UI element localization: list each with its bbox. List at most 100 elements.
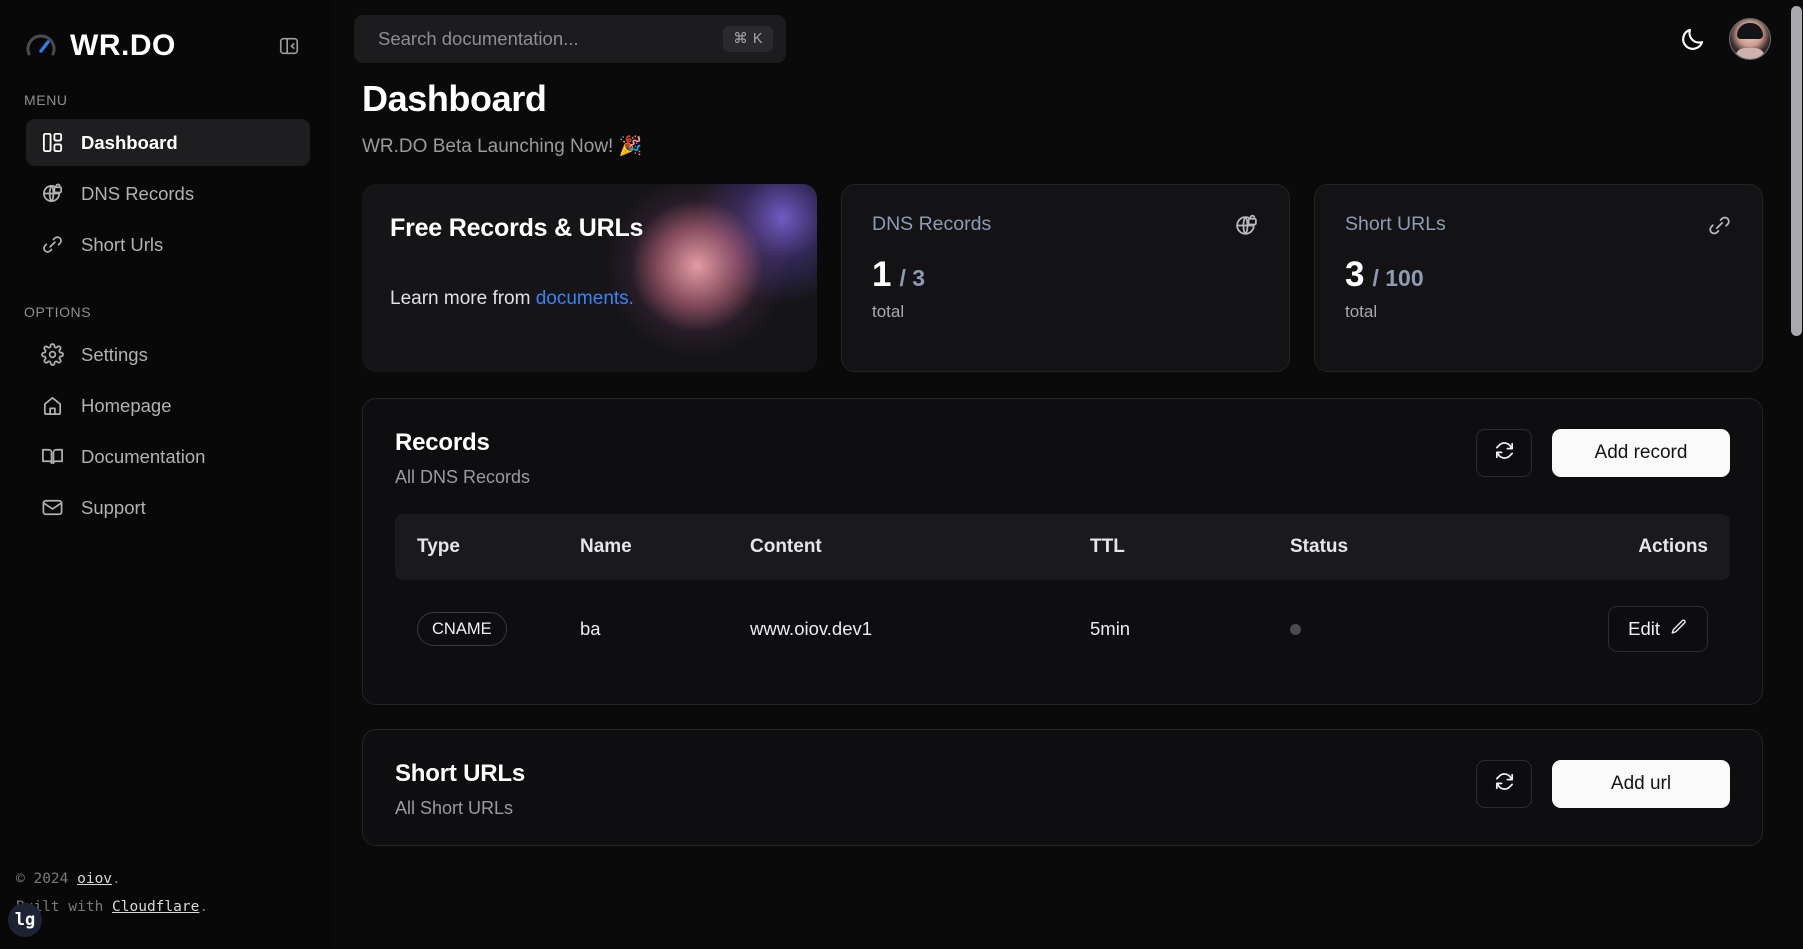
scrollbar[interactable] <box>1790 0 1803 949</box>
stat-value-row: 3 / 100 <box>1345 257 1732 292</box>
edit-button-label: Edit <box>1628 618 1660 640</box>
globe-lock-icon <box>1234 213 1259 243</box>
stat-caption: total <box>1345 302 1732 322</box>
cell-type: CNAME <box>395 580 580 678</box>
mail-icon <box>40 495 65 520</box>
sidebar-menu-group: Dashboard DNS Records <box>0 119 330 272</box>
hero-title: Free Records & URLs <box>390 214 789 243</box>
cell-status <box>1290 580 1455 678</box>
short-urls-title: Short URLs <box>395 760 1476 788</box>
sidebar-item-dashboard[interactable]: Dashboard <box>26 119 310 166</box>
breakpoint-badge: lg <box>8 903 42 937</box>
sidebar-item-support[interactable]: Support <box>26 484 310 531</box>
summary-cards-row: Free Records & URLs Learn more from docu… <box>362 184 1763 372</box>
edit-record-button[interactable]: Edit <box>1608 606 1708 652</box>
sidebar-section-options: OPTIONS <box>0 304 330 320</box>
stat-label: Short URLs <box>1345 213 1446 236</box>
refresh-icon <box>1493 439 1516 467</box>
stat-card-dns-records: DNS Records 1 / 3 <box>841 184 1290 372</box>
link-icon <box>40 232 65 257</box>
sidebar-section-menu: MENU <box>0 92 330 108</box>
short-urls-panel-header: Short URLs All Short URLs <box>395 760 1730 819</box>
records-title: Records <box>395 429 1476 457</box>
short-urls-panel: Short URLs All Short URLs <box>362 729 1763 846</box>
stat-card-header: DNS Records <box>872 213 1259 243</box>
stat-value-row: 1 / 3 <box>872 257 1259 292</box>
column-header-type: Type <box>395 514 580 580</box>
search-input[interactable]: Search documentation... ⌘ K <box>354 15 786 63</box>
column-header-name: Name <box>580 514 750 580</box>
record-type-badge: CNAME <box>417 612 507 646</box>
footer-built-suffix: . <box>199 899 208 915</box>
table-header-row: Type Name Content TTL Status Actions <box>395 514 1730 580</box>
globe-lock-icon <box>40 181 65 206</box>
sidebar-item-short-urls[interactable]: Short Urls <box>26 221 310 268</box>
stat-caption: total <box>872 302 1259 322</box>
hero-subtitle: Learn more from documents. <box>390 288 634 310</box>
link-icon <box>1707 213 1732 243</box>
sidebar-item-settings[interactable]: Settings <box>26 331 310 378</box>
records-table-body: CNAME ba www.oiov.dev1 5min Edit <box>395 580 1730 678</box>
sidebar-item-label: Settings <box>81 344 148 366</box>
refresh-urls-button[interactable] <box>1476 760 1532 808</box>
footer-author-link[interactable]: oiov <box>77 871 112 887</box>
add-record-button[interactable]: Add record <box>1552 429 1730 477</box>
page-subtitle: WR.DO Beta Launching Now! 🎉 <box>362 134 1763 158</box>
cell-actions: Edit <box>1455 580 1730 678</box>
gauge-icon <box>24 29 58 63</box>
add-url-button[interactable]: Add url <box>1552 760 1730 808</box>
page-title: Dashboard <box>362 78 1763 120</box>
documents-link[interactable]: documents. <box>536 288 634 309</box>
column-header-content: Content <box>750 514 1090 580</box>
panel-collapse-icon[interactable] <box>274 31 304 61</box>
sidebar-item-label: Homepage <box>81 395 172 417</box>
footer-copyright-suffix: . <box>112 871 121 887</box>
gear-icon <box>40 342 65 367</box>
moon-icon[interactable] <box>1673 20 1711 58</box>
sidebar-item-dns-records[interactable]: DNS Records <box>26 170 310 217</box>
refresh-records-button[interactable] <box>1476 429 1532 477</box>
hero-text-prefix: Learn more from <box>390 288 536 309</box>
cell-ttl: 5min <box>1090 580 1290 678</box>
footer-copyright-prefix: © 2024 <box>16 871 77 887</box>
brand-row: WR.DO <box>0 0 330 92</box>
records-panel-actions: Add record <box>1476 429 1730 477</box>
footer-cloudflare-link[interactable]: Cloudflare <box>112 899 199 915</box>
footer-built-line: Built with Cloudflare. <box>16 893 330 921</box>
stat-value: 3 <box>1345 257 1364 292</box>
stat-max: / 100 <box>1372 265 1423 292</box>
column-header-actions: Actions <box>1455 514 1730 580</box>
stat-card-short-urls: Short URLs 3 / 100 total <box>1314 184 1763 372</box>
scrollbar-thumb[interactable] <box>1791 6 1802 336</box>
stat-value: 1 <box>872 257 891 292</box>
sidebar-item-homepage[interactable]: Homepage <box>26 382 310 429</box>
avatar[interactable] <box>1729 18 1771 60</box>
search-shortcut-badge: ⌘ K <box>723 26 773 52</box>
short-urls-panel-titles: Short URLs All Short URLs <box>395 760 1476 819</box>
sidebar-item-documentation[interactable]: Documentation <box>26 433 310 480</box>
search-placeholder: Search documentation... <box>378 28 723 50</box>
topbar: Search documentation... ⌘ K <box>330 0 1803 78</box>
layout-dashboard-icon <box>40 130 65 155</box>
sidebar: WR.DO MENU Dashboard <box>0 0 330 949</box>
records-table-head: Type Name Content TTL Status Actions <box>395 514 1730 580</box>
page-content: Dashboard WR.DO Beta Launching Now! 🎉 Fr… <box>330 78 1803 846</box>
short-urls-panel-actions: Add url <box>1476 760 1730 808</box>
cell-content: www.oiov.dev1 <box>750 580 1090 678</box>
sidebar-options-group: Settings Homepage Docu <box>0 331 330 535</box>
footer-copyright-line: © 2024 oiov. <box>16 865 330 893</box>
pencil-icon <box>1670 618 1688 641</box>
sidebar-item-label: Dashboard <box>81 132 178 154</box>
brand-name: WR.DO <box>70 29 262 63</box>
table-row[interactable]: CNAME ba www.oiov.dev1 5min Edit <box>395 580 1730 678</box>
book-open-icon <box>40 444 65 469</box>
cell-name: ba <box>580 580 750 678</box>
sidebar-item-label: Documentation <box>81 446 205 468</box>
column-header-status: Status <box>1290 514 1455 580</box>
hero-card: Free Records & URLs Learn more from docu… <box>362 184 817 372</box>
app-root: WR.DO MENU Dashboard <box>0 0 1803 949</box>
main-content: Search documentation... ⌘ K Dashboard WR… <box>330 0 1803 949</box>
records-panel-titles: Records All DNS Records <box>395 429 1476 488</box>
sidebar-gap <box>0 272 330 304</box>
column-header-ttl: TTL <box>1090 514 1290 580</box>
